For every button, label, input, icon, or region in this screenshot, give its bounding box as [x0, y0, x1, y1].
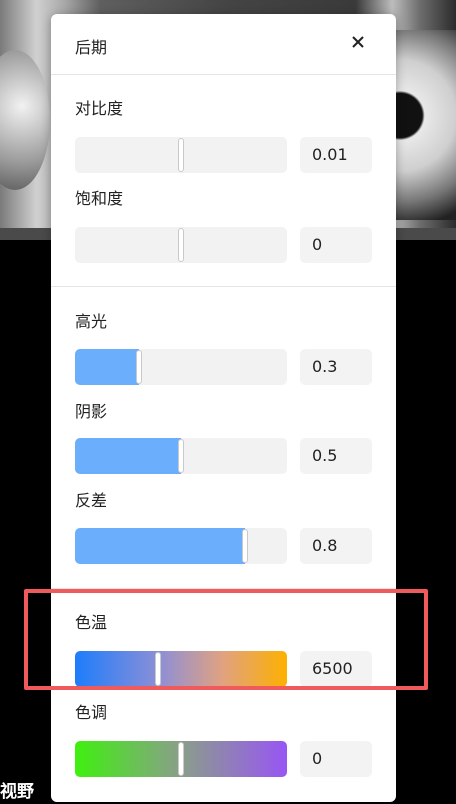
section-basic: 对比度 0.01 饱和度 0 [51, 75, 396, 287]
color-temperature-value[interactable]: 6500 [300, 651, 372, 687]
contrast-diff-slider-thumb[interactable] [241, 529, 248, 563]
shadow-slider[interactable] [75, 438, 287, 474]
highlight-label: 高光 [75, 312, 108, 331]
contrast-label: 对比度 [75, 99, 124, 118]
shadow-slider-fill [75, 438, 181, 474]
highlight-value[interactable]: 0.3 [300, 349, 372, 385]
contrast-diff-value[interactable]: 0.8 [300, 528, 372, 564]
highlight-slider[interactable] [75, 349, 287, 385]
color-temperature-slider[interactable] [75, 651, 287, 687]
contrast-diff-label: 反差 [75, 491, 108, 510]
tint-value[interactable]: 0 [300, 741, 372, 777]
post-processing-panel: 后期 对比度 0.01 饱和度 0 高光 0.3 阴影 0.5 反差 0.8 色… [51, 14, 396, 802]
saturation-slider-thumb[interactable] [178, 228, 184, 262]
shadow-label: 阴影 [75, 402, 108, 421]
contrast-slider[interactable] [75, 137, 287, 173]
shadow-slider-thumb[interactable] [178, 439, 184, 473]
panel-title: 后期 [75, 38, 108, 57]
contrast-slider-thumb[interactable] [178, 138, 184, 172]
contrast-diff-slider[interactable] [75, 528, 287, 564]
close-icon [352, 36, 364, 48]
panel-header: 后期 [51, 14, 396, 75]
contrast-value[interactable]: 0.01 [300, 137, 372, 173]
highlight-slider-fill [75, 349, 139, 385]
close-button[interactable] [348, 32, 368, 52]
color-temperature-slider-thumb[interactable] [154, 652, 161, 686]
section-tone: 高光 0.3 阴影 0.5 反差 0.8 [51, 287, 396, 589]
saturation-label: 饱和度 [75, 189, 124, 208]
saturation-value[interactable]: 0 [300, 227, 372, 263]
tint-slider[interactable] [75, 741, 287, 777]
tint-slider-thumb[interactable] [178, 742, 184, 776]
contrast-diff-slider-fill [75, 528, 245, 564]
shadow-value[interactable]: 0.5 [300, 438, 372, 474]
background-object-left [0, 50, 50, 190]
color-temperature-label: 色温 [75, 613, 108, 632]
highlight-slider-thumb[interactable] [135, 350, 142, 384]
section-color: 色温 6500 色调 0 [51, 589, 396, 804]
saturation-slider[interactable] [75, 227, 287, 263]
fov-label[interactable]: 视野 [0, 777, 34, 802]
tint-label: 色调 [75, 703, 108, 722]
